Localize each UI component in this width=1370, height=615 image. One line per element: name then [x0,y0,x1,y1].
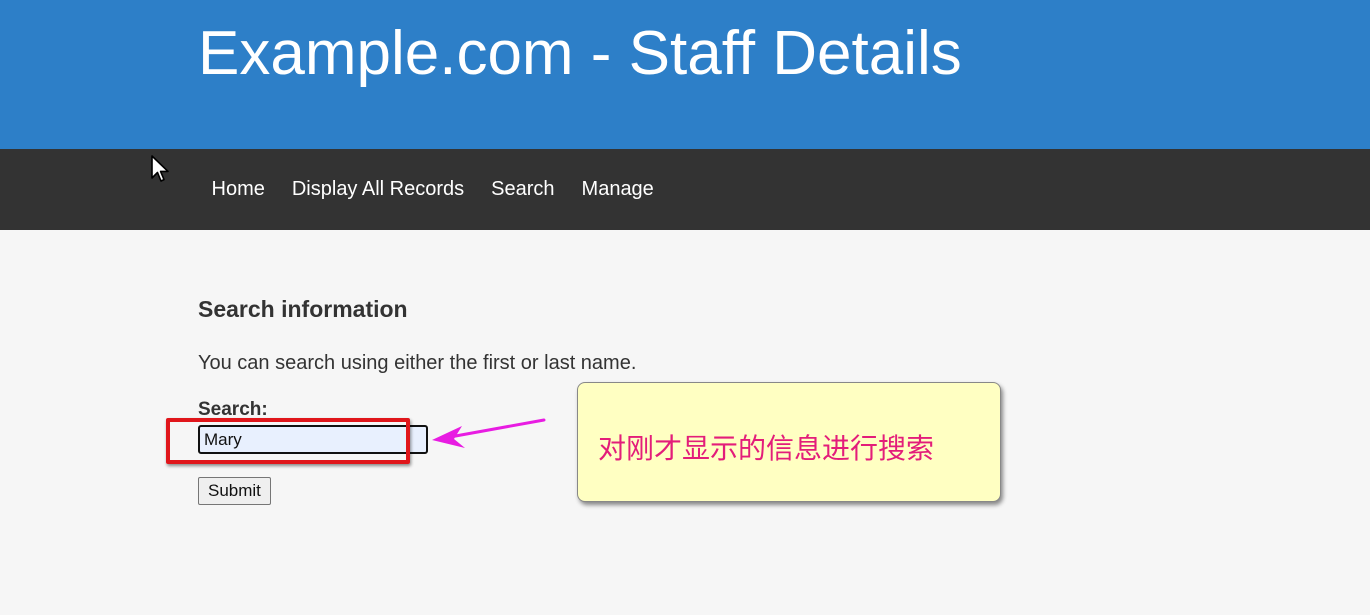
site-header: Example.com - Staff Details [0,0,1370,149]
nav-item-home: Home [198,149,278,230]
search-label: Search: [198,399,268,420]
nav-item-search: Search [478,149,568,230]
section-heading: Search information [198,296,408,322]
nav-item-display-all-records: Display All Records [278,149,477,230]
main-navbar: Home Display All Records Search Manage [0,149,1370,230]
nav-link-search[interactable]: Search [478,149,568,230]
nav-item-manage: Manage [568,149,667,230]
nav-list: Home Display All Records Search Manage [198,149,667,230]
callout-text: 对刚才显示的信息进行搜索 [598,432,935,465]
submit-button[interactable]: Submit [198,477,271,505]
site-title: Example.com - Staff Details [198,19,962,88]
nav-link-display-all-records[interactable]: Display All Records [278,149,477,230]
search-input[interactable] [198,425,428,454]
mouse-pointer-icon [151,155,169,182]
nav-link-home[interactable]: Home [198,149,278,230]
intro-text: You can search using either the first or… [198,352,637,374]
annotation-callout: 对刚才显示的信息进行搜索 [577,382,1001,502]
arrow-left-icon [432,418,546,448]
page: Example.com - Staff Details Home Display… [0,0,1370,615]
nav-link-manage[interactable]: Manage [568,149,667,230]
